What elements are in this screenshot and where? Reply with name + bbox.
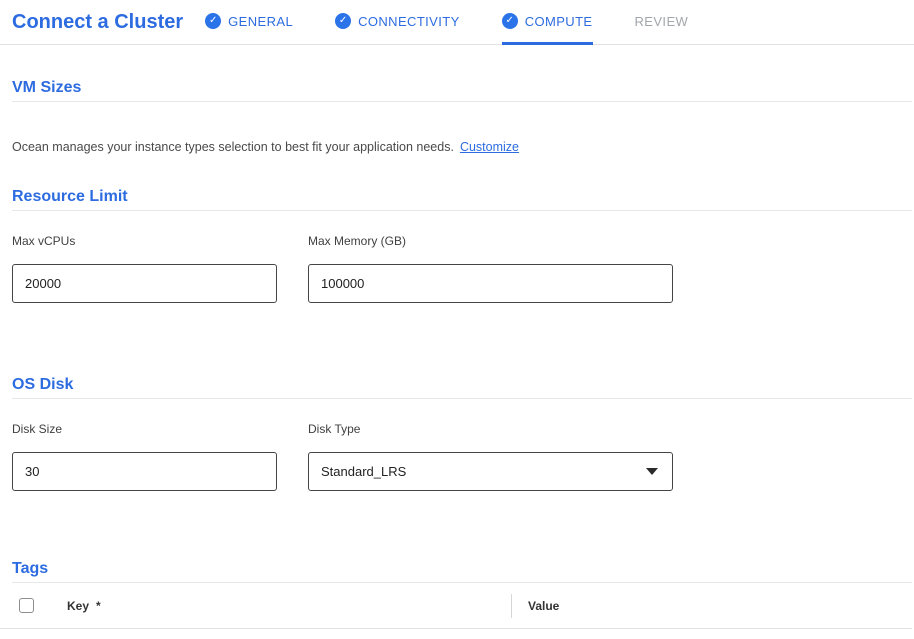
- vm-sizes-title: VM Sizes: [12, 79, 912, 96]
- disk-size-label: Disk Size: [12, 422, 277, 436]
- disk-size-field-group: Disk Size: [12, 422, 277, 491]
- max-memory-field-group: Max Memory (GB): [308, 234, 673, 303]
- max-memory-label: Max Memory (GB): [308, 234, 673, 248]
- wizard-header: Connect a Cluster ✓ GENERAL ✓ CONNECTIVI…: [0, 0, 914, 45]
- select-all-checkbox[interactable]: [19, 598, 34, 613]
- key-column-label: Key: [67, 599, 89, 613]
- disk-type-label: Disk Type: [308, 422, 673, 436]
- os-disk-title: OS Disk: [12, 376, 912, 393]
- column-header-value: Value: [528, 599, 559, 613]
- check-circle-icon: ✓: [502, 13, 518, 29]
- tags-section-heading: Tags: [12, 560, 912, 583]
- max-vcpus-label: Max vCPUs: [12, 234, 277, 248]
- tags-table-header: Key * Value: [0, 583, 912, 629]
- tab-compute[interactable]: ✓ COMPUTE: [502, 0, 593, 45]
- tab-review-label: REVIEW: [635, 14, 689, 29]
- tab-connectivity-label: CONNECTIVITY: [358, 14, 460, 29]
- column-divider: [511, 594, 512, 618]
- page-title: Connect a Cluster: [12, 11, 183, 34]
- tab-review[interactable]: REVIEW: [635, 0, 689, 45]
- check-circle-icon: ✓: [205, 13, 221, 29]
- os-disk-section-heading: OS Disk: [12, 376, 912, 399]
- check-circle-icon: ✓: [335, 13, 351, 29]
- vm-sizes-section-heading: VM Sizes: [12, 79, 912, 102]
- caret-down-icon: [646, 468, 658, 475]
- required-asterisk: *: [96, 599, 101, 613]
- disk-type-selected-value: Standard_LRS: [321, 464, 406, 479]
- max-memory-input[interactable]: [308, 264, 673, 303]
- vm-sizes-description-text: Ocean manages your instance types select…: [12, 140, 454, 154]
- disk-size-input[interactable]: [12, 452, 277, 491]
- resource-limit-section-heading: Resource Limit: [12, 188, 912, 211]
- customize-link[interactable]: Customize: [460, 140, 519, 154]
- tab-general-label: GENERAL: [228, 14, 293, 29]
- resource-limit-title: Resource Limit: [12, 188, 912, 205]
- vm-sizes-description: Ocean manages your instance types select…: [12, 140, 902, 155]
- column-header-key: Key *: [67, 599, 511, 613]
- max-vcpus-input[interactable]: [12, 264, 277, 303]
- tags-title: Tags: [12, 560, 912, 577]
- resource-limit-fields: Max vCPUs Max Memory (GB): [12, 234, 914, 303]
- max-vcpus-field-group: Max vCPUs: [12, 234, 277, 303]
- tab-compute-label: COMPUTE: [525, 14, 593, 29]
- disk-type-select[interactable]: Standard_LRS: [308, 452, 673, 491]
- disk-type-field-group: Disk Type Standard_LRS: [308, 422, 673, 491]
- os-disk-fields: Disk Size Disk Type Standard_LRS: [12, 422, 914, 491]
- tab-connectivity[interactable]: ✓ CONNECTIVITY: [335, 0, 460, 45]
- tab-general[interactable]: ✓ GENERAL: [205, 0, 293, 45]
